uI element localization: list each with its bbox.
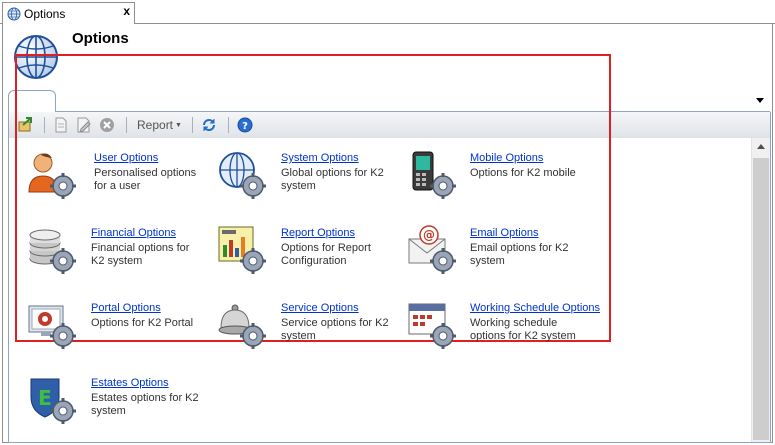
tab-overflow-dropdown[interactable]: [756, 98, 764, 103]
option-link[interactable]: Mobile Options: [470, 152, 543, 164]
option-link[interactable]: User Options: [94, 152, 158, 164]
options-window: Options Report ▼ ? User Options Personal…: [2, 24, 773, 443]
report-gear-icon: [218, 226, 266, 274]
user-gear-icon: [28, 153, 76, 199]
portal-gear-icon: [28, 305, 76, 349]
coins-gear-icon: [29, 229, 76, 274]
option-link[interactable]: Working Schedule Options: [470, 302, 600, 314]
calendar-gear-icon: [408, 303, 456, 349]
option-portal: Portal Options Options for K2 Portal: [27, 300, 212, 360]
document-tab-options[interactable]: Options x: [2, 2, 135, 25]
option-description: Options for K2 Portal: [91, 317, 194, 329]
email-gear-icon: @: [408, 225, 456, 274]
svg-text:E: E: [38, 386, 52, 410]
option-link[interactable]: Portal Options: [91, 302, 161, 314]
option-email: @ Email Options Email options for K2 sys…: [407, 225, 592, 285]
option-link[interactable]: Financial Options: [91, 227, 176, 239]
mobile-gear-icon: [412, 151, 456, 199]
option-description: Estates options for K2 system: [91, 392, 199, 417]
document-tab-label: Options: [24, 7, 66, 21]
option-mobile: Mobile Options Options for K2 mobile: [407, 150, 592, 210]
option-system: System Options Global options for K2 sys…: [217, 150, 402, 210]
option-description: Financial options for K2 system: [91, 242, 190, 267]
option-working-schedule: Working Schedule Options Working schedul…: [407, 300, 600, 360]
vertical-scrollbar[interactable]: [751, 138, 770, 442]
option-service: Service Options Service options for K2 s…: [217, 300, 402, 360]
option-description: Working schedule options for K2 system: [470, 317, 576, 342]
option-description: Options for Report Configuration: [281, 242, 371, 267]
svg-text:@: @: [423, 228, 435, 242]
option-description: Personalised options for a user: [94, 167, 197, 192]
page-title: Options: [72, 30, 129, 47]
option-link[interactable]: Email Options: [470, 227, 538, 239]
shield-gear-icon: E: [30, 378, 76, 424]
scroll-up-arrow-icon[interactable]: [757, 144, 765, 149]
option-link[interactable]: Report Options: [281, 227, 355, 239]
option-description: Global options for K2 system: [281, 167, 384, 192]
globe-icon: [7, 7, 21, 21]
option-description: Options for K2 mobile: [470, 167, 576, 179]
option-link[interactable]: Service Options: [281, 302, 359, 314]
option-description: Service options for K2 system: [281, 317, 389, 342]
option-report: Report Options Options for Report Config…: [217, 225, 402, 285]
option-description: Email options for K2 system: [470, 242, 569, 267]
document-tabstrip: Options x: [0, 0, 775, 25]
globe-gear-icon: [219, 152, 266, 199]
close-tab-button[interactable]: x: [123, 4, 130, 18]
option-estates: E Estates Options Estates options for K2…: [27, 375, 212, 435]
scrollbar-thumb[interactable]: [753, 158, 769, 440]
option-link[interactable]: Estates Options: [91, 377, 169, 389]
option-link[interactable]: System Options: [281, 152, 359, 164]
option-user: User Options Personalised options for a …: [27, 150, 212, 210]
bell-gear-icon: [218, 304, 266, 349]
option-financial: Financial Options Financial options for …: [27, 225, 212, 285]
